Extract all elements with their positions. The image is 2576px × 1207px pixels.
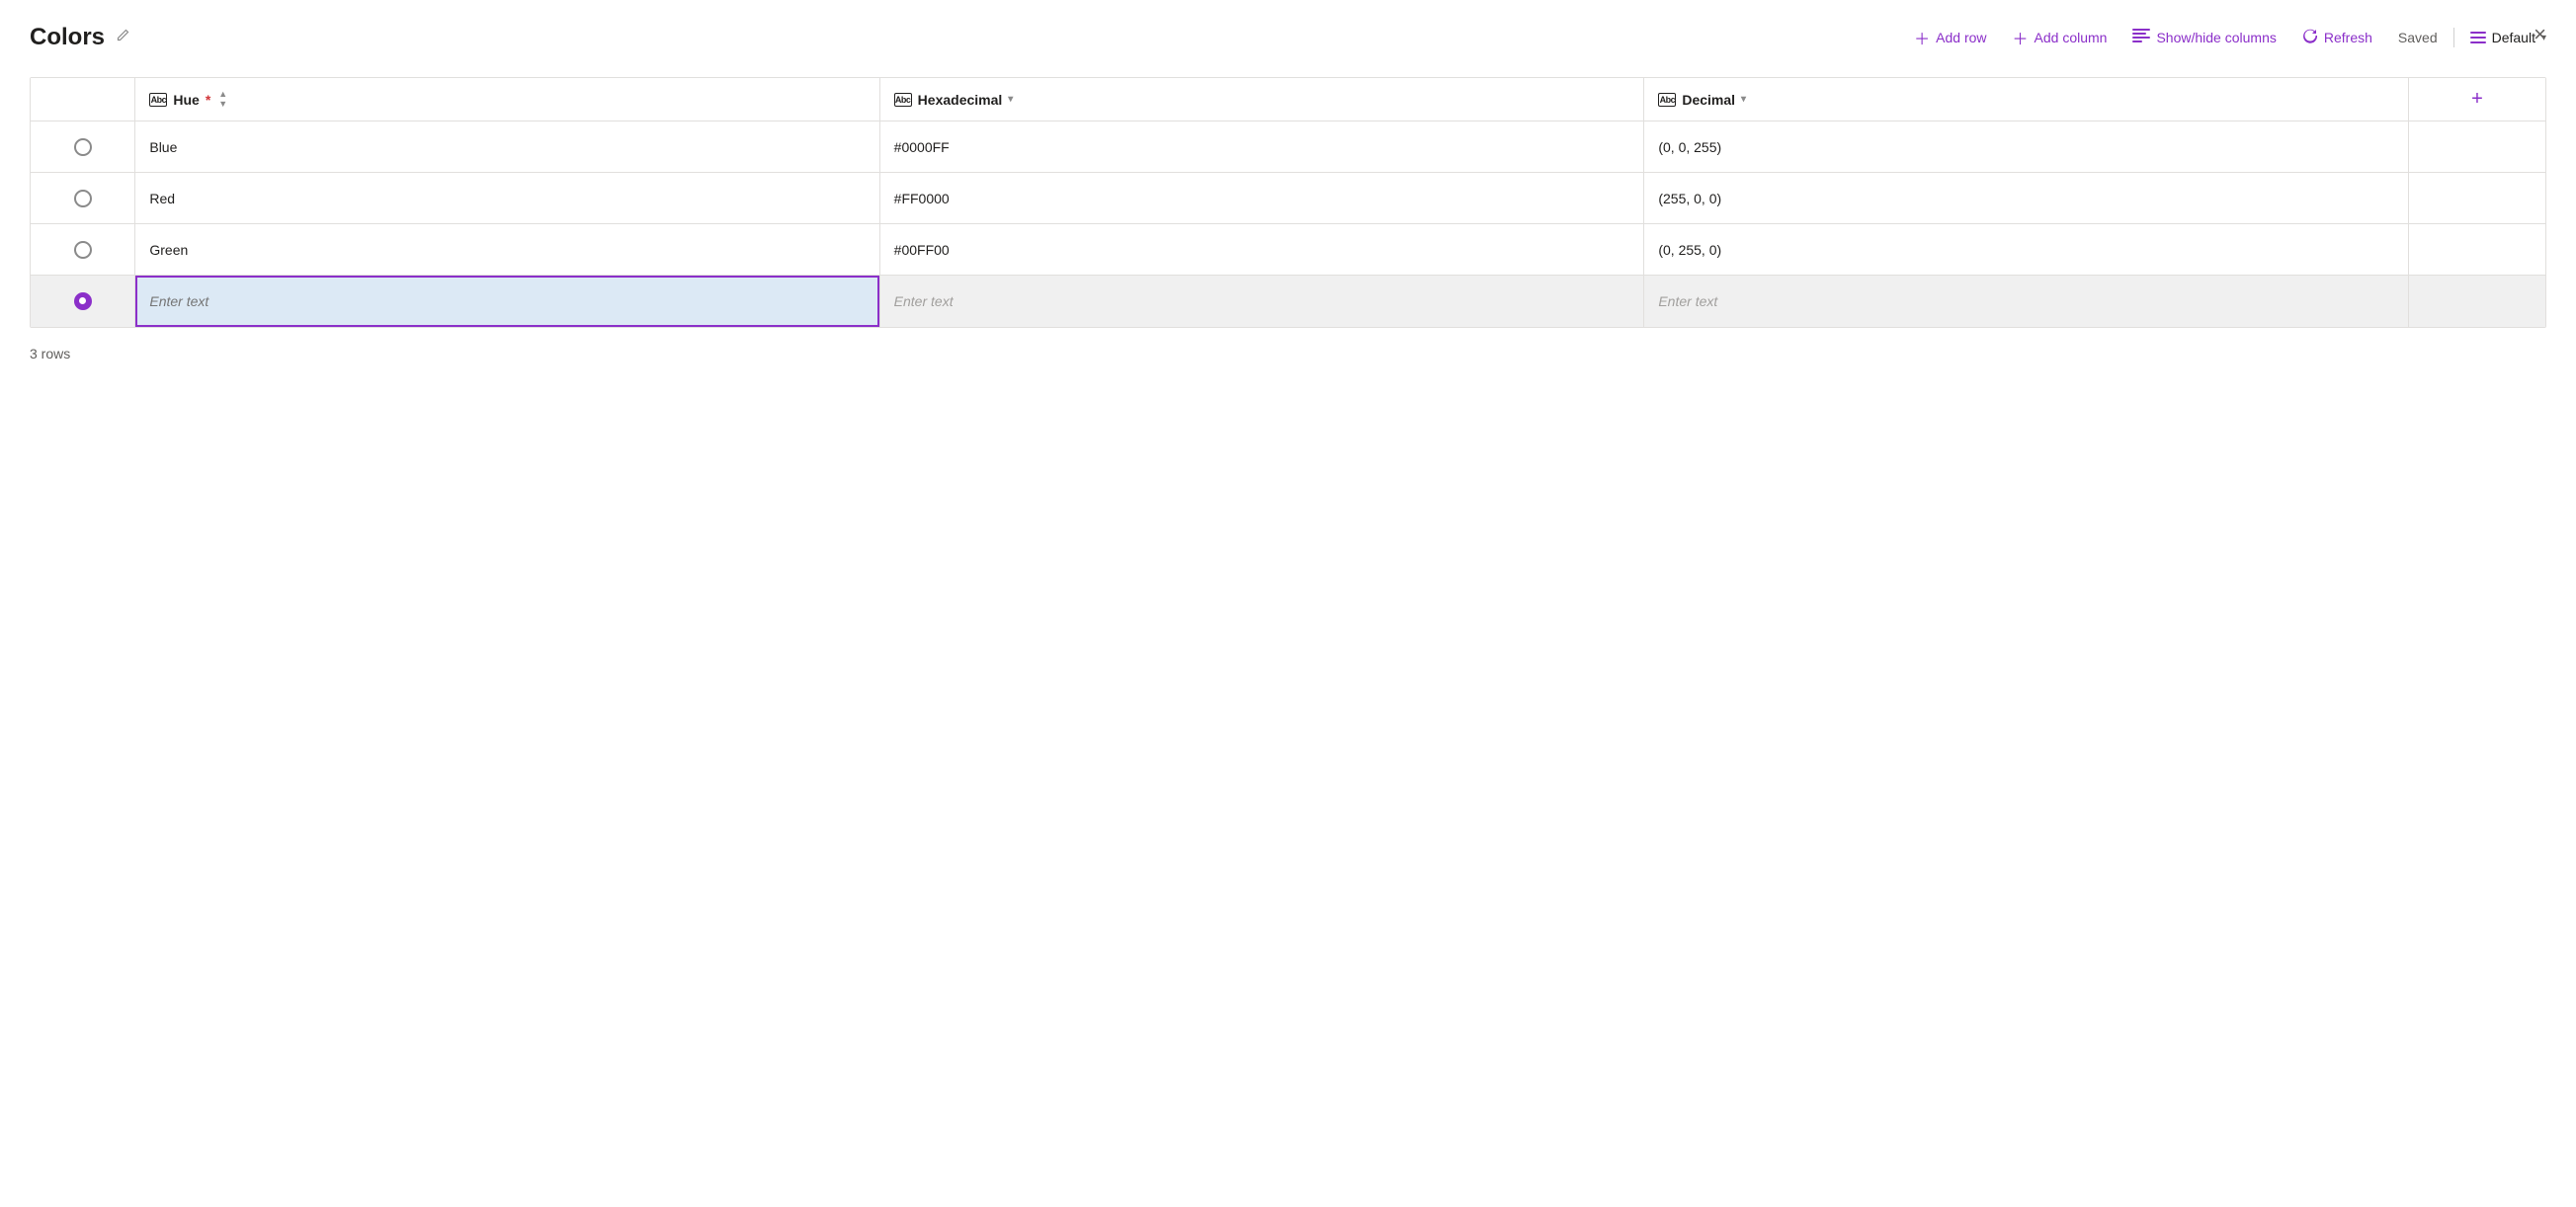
row2-hue-value: Red bbox=[149, 191, 175, 206]
edit-icon[interactable] bbox=[115, 28, 130, 48]
row-count: 3 rows bbox=[30, 346, 2546, 362]
close-button[interactable]: × bbox=[2534, 22, 2546, 47]
default-label: Default bbox=[2492, 30, 2535, 45]
new-row-hexadecimal-cell[interactable]: Enter text bbox=[879, 276, 1644, 327]
hue-header[interactable]: Abc Hue * ▲ ▼ bbox=[135, 78, 879, 121]
new-row-decimal-placeholder: Enter text bbox=[1658, 293, 1717, 309]
new-row-hexadecimal-placeholder: Enter text bbox=[894, 293, 954, 309]
new-row: Enter text Enter text bbox=[31, 276, 2545, 327]
decimal-header-label: Decimal bbox=[1682, 92, 1735, 108]
row1-hue-cell[interactable]: Blue bbox=[135, 121, 879, 173]
hue-type-icon: Abc bbox=[149, 93, 167, 107]
table-row: Red #FF0000 (255, 0, 0) bbox=[31, 173, 2545, 224]
show-hide-label: Show/hide columns bbox=[2156, 30, 2276, 45]
row2-extra-cell bbox=[2409, 173, 2545, 224]
new-row-hue-input[interactable] bbox=[149, 293, 865, 309]
row3-hue-cell[interactable]: Green bbox=[135, 224, 879, 276]
row3-hue-value: Green bbox=[149, 242, 188, 258]
new-row-hue-cell[interactable] bbox=[135, 276, 879, 327]
row1-decimal-value: (0, 0, 255) bbox=[1658, 139, 1721, 155]
row3-selector-cell[interactable] bbox=[31, 224, 135, 276]
add-column-icon: ＋ bbox=[2013, 26, 2029, 49]
row3-hexadecimal-cell[interactable]: #00FF00 bbox=[879, 224, 1644, 276]
row2-decimal-cell[interactable]: (255, 0, 0) bbox=[1644, 173, 2409, 224]
refresh-button[interactable]: Refresh bbox=[2292, 22, 2382, 54]
decimal-header[interactable]: Abc Decimal ▾ bbox=[1644, 78, 2409, 121]
row1-hue-value: Blue bbox=[149, 139, 177, 155]
row3-extra-cell bbox=[2409, 224, 2545, 276]
add-column-header-button[interactable]: + bbox=[2471, 88, 2483, 111]
refresh-label: Refresh bbox=[2324, 30, 2372, 45]
new-row-radio-checked[interactable] bbox=[74, 292, 92, 310]
table-header-row: Abc Hue * ▲ ▼ Abc Hexadecimal bbox=[31, 78, 2545, 121]
hue-header-label: Hue bbox=[173, 92, 199, 108]
row1-hexadecimal-value: #0000FF bbox=[894, 139, 950, 155]
hexadecimal-type-icon: Abc bbox=[894, 93, 912, 107]
new-row-hue-input-area[interactable] bbox=[135, 276, 878, 327]
required-indicator: * bbox=[206, 92, 210, 108]
row1-radio[interactable] bbox=[74, 138, 92, 156]
new-row-extra-cell bbox=[2409, 276, 2545, 327]
row1-hexadecimal-cell[interactable]: #0000FF bbox=[879, 121, 1644, 173]
data-table: Abc Hue * ▲ ▼ Abc Hexadecimal bbox=[31, 78, 2545, 327]
row1-selector-cell[interactable] bbox=[31, 121, 135, 173]
row3-hexadecimal-value: #00FF00 bbox=[894, 242, 950, 258]
selector-header bbox=[31, 78, 135, 121]
add-column-header[interactable]: + bbox=[2409, 78, 2545, 121]
row1-decimal-cell[interactable]: (0, 0, 255) bbox=[1644, 121, 2409, 173]
refresh-icon bbox=[2302, 28, 2318, 48]
hue-sort-icons[interactable]: ▲ ▼ bbox=[218, 90, 227, 109]
table-row: Blue #0000FF (0, 0, 255) bbox=[31, 121, 2545, 173]
row2-selector-cell[interactable] bbox=[31, 173, 135, 224]
add-column-label: Add column bbox=[2035, 30, 2108, 45]
hexadecimal-menu-icon[interactable]: ▾ bbox=[1008, 94, 1013, 105]
show-hide-button[interactable]: Show/hide columns bbox=[2122, 23, 2285, 53]
row3-radio[interactable] bbox=[74, 241, 92, 259]
new-row-decimal-cell[interactable]: Enter text bbox=[1644, 276, 2409, 327]
row3-decimal-cell[interactable]: (0, 255, 0) bbox=[1644, 224, 2409, 276]
hexadecimal-header[interactable]: Abc Hexadecimal ▾ bbox=[879, 78, 1644, 121]
saved-status: Saved bbox=[2398, 30, 2438, 45]
row2-decimal-value: (255, 0, 0) bbox=[1658, 191, 1721, 206]
add-row-label: Add row bbox=[1936, 30, 1986, 45]
hexadecimal-header-label: Hexadecimal bbox=[918, 92, 1003, 108]
hamburger-icon bbox=[2470, 32, 2486, 43]
decimal-menu-icon[interactable]: ▾ bbox=[1741, 94, 1746, 105]
row2-hue-cell[interactable]: Red bbox=[135, 173, 879, 224]
add-row-icon: ＋ bbox=[1914, 26, 1930, 49]
new-row-selector-cell[interactable] bbox=[31, 276, 135, 327]
sort-asc-icon[interactable]: ▲ bbox=[218, 90, 227, 99]
page-title: Colors bbox=[30, 24, 105, 51]
table-row: Green #00FF00 (0, 255, 0) bbox=[31, 224, 2545, 276]
row3-decimal-value: (0, 255, 0) bbox=[1658, 242, 1721, 258]
add-column-button[interactable]: ＋ Add column bbox=[2003, 20, 2118, 55]
row1-extra-cell bbox=[2409, 121, 2545, 173]
toolbar-divider bbox=[2453, 28, 2454, 47]
row2-hexadecimal-cell[interactable]: #FF0000 bbox=[879, 173, 1644, 224]
add-row-button[interactable]: ＋ Add row bbox=[1904, 20, 1996, 55]
row2-radio[interactable] bbox=[74, 190, 92, 207]
decimal-type-icon: Abc bbox=[1658, 93, 1676, 107]
sort-desc-icon[interactable]: ▼ bbox=[218, 100, 227, 109]
row2-hexadecimal-value: #FF0000 bbox=[894, 191, 950, 206]
show-hide-icon bbox=[2132, 29, 2150, 47]
data-table-wrapper: Abc Hue * ▲ ▼ Abc Hexadecimal bbox=[30, 77, 2546, 328]
